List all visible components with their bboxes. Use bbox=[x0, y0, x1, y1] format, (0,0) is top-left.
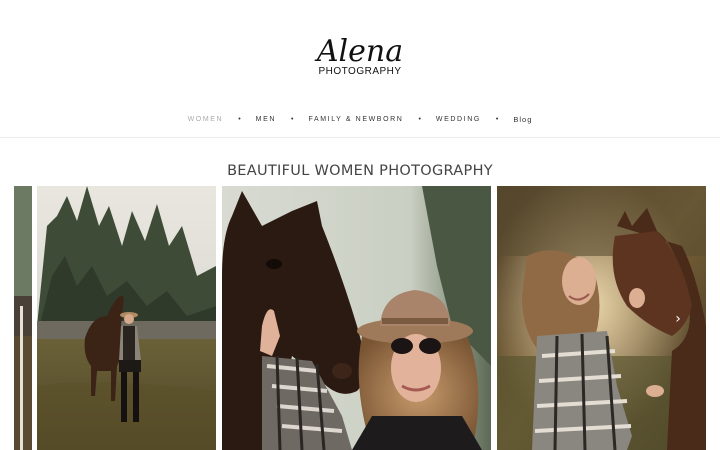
site-logo[interactable]: Alena PHOTOGRAPHY bbox=[310, 36, 410, 84]
photo-woman-horse-field[interactable] bbox=[37, 186, 216, 450]
gallery-title: BEAUTIFUL WOMEN PHOTOGRAPHY bbox=[227, 163, 493, 179]
main-nav: WOMEN • MEN • FAMILY & NEWBORN • WEDDING… bbox=[0, 112, 720, 126]
logo-script: Alena bbox=[316, 34, 404, 69]
nav-separator: • bbox=[495, 115, 499, 123]
nav-separator: • bbox=[418, 115, 421, 123]
nav-item-women[interactable]: WOMEN bbox=[186, 116, 226, 123]
nav-separator: • bbox=[291, 115, 294, 123]
nav-item-family-newborn[interactable]: FAMILY & NEWBORN bbox=[306, 116, 405, 123]
photo-carousel: › bbox=[0, 186, 720, 450]
logo-subtitle: PHOTOGRAPHY bbox=[318, 66, 402, 77]
nav-item-wedding[interactable]: WEDDING bbox=[434, 116, 483, 123]
photo-woman-hat-horse[interactable] bbox=[222, 186, 491, 450]
photo-partial-left[interactable] bbox=[14, 186, 32, 450]
nav-separator: • bbox=[238, 115, 241, 123]
nav-item-men[interactable]: MEN bbox=[254, 116, 278, 123]
carousel-next-arrow[interactable]: › bbox=[672, 312, 684, 326]
nav-item-blog[interactable]: Blog bbox=[511, 115, 534, 124]
site-header: Alena PHOTOGRAPHY WOMEN • MEN • FAMILY &… bbox=[0, 0, 720, 138]
